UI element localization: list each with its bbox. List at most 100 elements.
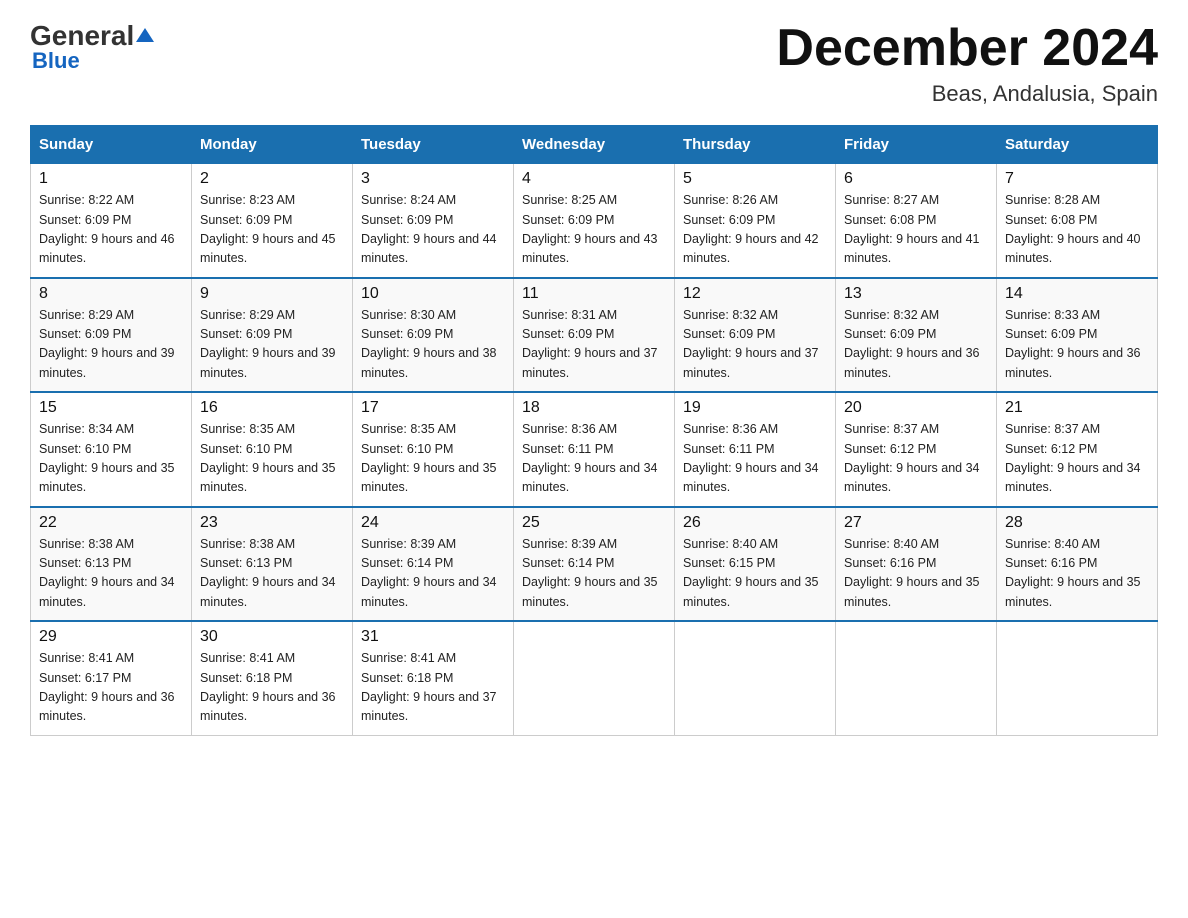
- day-info: Sunrise: 8:31 AM Sunset: 6:09 PM Dayligh…: [522, 306, 666, 384]
- calendar-cell: 7 Sunrise: 8:28 AM Sunset: 6:08 PM Dayli…: [997, 164, 1158, 278]
- day-number: 25: [522, 514, 666, 532]
- calendar-cell: 2 Sunrise: 8:23 AM Sunset: 6:09 PM Dayli…: [192, 164, 353, 278]
- page-header: General Blue December 2024 Beas, Andalus…: [30, 20, 1158, 107]
- calendar-cell: [836, 621, 997, 735]
- month-title: December 2024: [776, 20, 1158, 77]
- day-info: Sunrise: 8:38 AM Sunset: 6:13 PM Dayligh…: [39, 535, 183, 613]
- day-number: 6: [844, 170, 988, 188]
- day-info: Sunrise: 8:32 AM Sunset: 6:09 PM Dayligh…: [844, 306, 988, 384]
- day-info: Sunrise: 8:24 AM Sunset: 6:09 PM Dayligh…: [361, 191, 505, 269]
- calendar-cell: 24 Sunrise: 8:39 AM Sunset: 6:14 PM Dayl…: [353, 507, 514, 622]
- calendar-cell: 31 Sunrise: 8:41 AM Sunset: 6:18 PM Dayl…: [353, 621, 514, 735]
- day-info: Sunrise: 8:37 AM Sunset: 6:12 PM Dayligh…: [1005, 420, 1149, 498]
- day-info: Sunrise: 8:36 AM Sunset: 6:11 PM Dayligh…: [522, 420, 666, 498]
- calendar-cell: 17 Sunrise: 8:35 AM Sunset: 6:10 PM Dayl…: [353, 392, 514, 507]
- day-info: Sunrise: 8:23 AM Sunset: 6:09 PM Dayligh…: [200, 191, 344, 269]
- header-friday: Friday: [836, 126, 997, 164]
- calendar-cell: [997, 621, 1158, 735]
- day-info: Sunrise: 8:30 AM Sunset: 6:09 PM Dayligh…: [361, 306, 505, 384]
- header-tuesday: Tuesday: [353, 126, 514, 164]
- calendar-cell: 30 Sunrise: 8:41 AM Sunset: 6:18 PM Dayl…: [192, 621, 353, 735]
- day-number: 20: [844, 399, 988, 417]
- day-number: 30: [200, 628, 344, 646]
- calendar-cell: 15 Sunrise: 8:34 AM Sunset: 6:10 PM Dayl…: [31, 392, 192, 507]
- calendar-cell: 26 Sunrise: 8:40 AM Sunset: 6:15 PM Dayl…: [675, 507, 836, 622]
- day-info: Sunrise: 8:39 AM Sunset: 6:14 PM Dayligh…: [522, 535, 666, 613]
- day-number: 31: [361, 628, 505, 646]
- day-info: Sunrise: 8:33 AM Sunset: 6:09 PM Dayligh…: [1005, 306, 1149, 384]
- header-wednesday: Wednesday: [514, 126, 675, 164]
- logo: General Blue: [30, 20, 154, 74]
- calendar-cell: 16 Sunrise: 8:35 AM Sunset: 6:10 PM Dayl…: [192, 392, 353, 507]
- day-info: Sunrise: 8:40 AM Sunset: 6:15 PM Dayligh…: [683, 535, 827, 613]
- day-number: 27: [844, 514, 988, 532]
- day-number: 1: [39, 170, 183, 188]
- day-info: Sunrise: 8:37 AM Sunset: 6:12 PM Dayligh…: [844, 420, 988, 498]
- calendar-cell: 20 Sunrise: 8:37 AM Sunset: 6:12 PM Dayl…: [836, 392, 997, 507]
- day-info: Sunrise: 8:29 AM Sunset: 6:09 PM Dayligh…: [39, 306, 183, 384]
- calendar-cell: 5 Sunrise: 8:26 AM Sunset: 6:09 PM Dayli…: [675, 164, 836, 278]
- calendar-cell: 25 Sunrise: 8:39 AM Sunset: 6:14 PM Dayl…: [514, 507, 675, 622]
- header-thursday: Thursday: [675, 126, 836, 164]
- day-info: Sunrise: 8:39 AM Sunset: 6:14 PM Dayligh…: [361, 535, 505, 613]
- calendar-cell: 27 Sunrise: 8:40 AM Sunset: 6:16 PM Dayl…: [836, 507, 997, 622]
- day-info: Sunrise: 8:41 AM Sunset: 6:18 PM Dayligh…: [361, 649, 505, 727]
- calendar-cell: 8 Sunrise: 8:29 AM Sunset: 6:09 PM Dayli…: [31, 278, 192, 393]
- day-number: 3: [361, 170, 505, 188]
- day-info: Sunrise: 8:27 AM Sunset: 6:08 PM Dayligh…: [844, 191, 988, 269]
- day-info: Sunrise: 8:36 AM Sunset: 6:11 PM Dayligh…: [683, 420, 827, 498]
- title-area: December 2024 Beas, Andalusia, Spain: [776, 20, 1158, 107]
- day-info: Sunrise: 8:40 AM Sunset: 6:16 PM Dayligh…: [844, 535, 988, 613]
- day-number: 4: [522, 170, 666, 188]
- day-number: 12: [683, 285, 827, 303]
- calendar-cell: 28 Sunrise: 8:40 AM Sunset: 6:16 PM Dayl…: [997, 507, 1158, 622]
- day-number: 5: [683, 170, 827, 188]
- day-number: 15: [39, 399, 183, 417]
- header-saturday: Saturday: [997, 126, 1158, 164]
- calendar-cell: 1 Sunrise: 8:22 AM Sunset: 6:09 PM Dayli…: [31, 164, 192, 278]
- logo-triangle-icon: [136, 28, 154, 44]
- day-info: Sunrise: 8:41 AM Sunset: 6:17 PM Dayligh…: [39, 649, 183, 727]
- day-info: Sunrise: 8:34 AM Sunset: 6:10 PM Dayligh…: [39, 420, 183, 498]
- day-number: 29: [39, 628, 183, 646]
- calendar-cell: 11 Sunrise: 8:31 AM Sunset: 6:09 PM Dayl…: [514, 278, 675, 393]
- logo-blue-text: Blue: [30, 48, 80, 74]
- calendar-cell: [675, 621, 836, 735]
- day-number: 19: [683, 399, 827, 417]
- calendar-header-row: Sunday Monday Tuesday Wednesday Thursday…: [31, 126, 1158, 164]
- calendar-cell: 10 Sunrise: 8:30 AM Sunset: 6:09 PM Dayl…: [353, 278, 514, 393]
- calendar-cell: 18 Sunrise: 8:36 AM Sunset: 6:11 PM Dayl…: [514, 392, 675, 507]
- day-info: Sunrise: 8:22 AM Sunset: 6:09 PM Dayligh…: [39, 191, 183, 269]
- day-number: 22: [39, 514, 183, 532]
- day-info: Sunrise: 8:26 AM Sunset: 6:09 PM Dayligh…: [683, 191, 827, 269]
- day-info: Sunrise: 8:25 AM Sunset: 6:09 PM Dayligh…: [522, 191, 666, 269]
- calendar-cell: 14 Sunrise: 8:33 AM Sunset: 6:09 PM Dayl…: [997, 278, 1158, 393]
- calendar-cell: 6 Sunrise: 8:27 AM Sunset: 6:08 PM Dayli…: [836, 164, 997, 278]
- header-monday: Monday: [192, 126, 353, 164]
- calendar-table: Sunday Monday Tuesday Wednesday Thursday…: [30, 125, 1158, 736]
- day-number: 24: [361, 514, 505, 532]
- calendar-cell: 3 Sunrise: 8:24 AM Sunset: 6:09 PM Dayli…: [353, 164, 514, 278]
- day-info: Sunrise: 8:38 AM Sunset: 6:13 PM Dayligh…: [200, 535, 344, 613]
- location-title: Beas, Andalusia, Spain: [776, 81, 1158, 107]
- calendar-cell: 29 Sunrise: 8:41 AM Sunset: 6:17 PM Dayl…: [31, 621, 192, 735]
- day-number: 14: [1005, 285, 1149, 303]
- day-number: 8: [39, 285, 183, 303]
- day-number: 11: [522, 285, 666, 303]
- calendar-cell: [514, 621, 675, 735]
- calendar-cell: 21 Sunrise: 8:37 AM Sunset: 6:12 PM Dayl…: [997, 392, 1158, 507]
- day-number: 26: [683, 514, 827, 532]
- day-number: 21: [1005, 399, 1149, 417]
- day-number: 23: [200, 514, 344, 532]
- day-number: 28: [1005, 514, 1149, 532]
- day-number: 10: [361, 285, 505, 303]
- day-number: 17: [361, 399, 505, 417]
- day-info: Sunrise: 8:41 AM Sunset: 6:18 PM Dayligh…: [200, 649, 344, 727]
- calendar-cell: 12 Sunrise: 8:32 AM Sunset: 6:09 PM Dayl…: [675, 278, 836, 393]
- day-info: Sunrise: 8:35 AM Sunset: 6:10 PM Dayligh…: [200, 420, 344, 498]
- calendar-cell: 4 Sunrise: 8:25 AM Sunset: 6:09 PM Dayli…: [514, 164, 675, 278]
- day-number: 18: [522, 399, 666, 417]
- day-number: 16: [200, 399, 344, 417]
- day-number: 7: [1005, 170, 1149, 188]
- calendar-cell: 23 Sunrise: 8:38 AM Sunset: 6:13 PM Dayl…: [192, 507, 353, 622]
